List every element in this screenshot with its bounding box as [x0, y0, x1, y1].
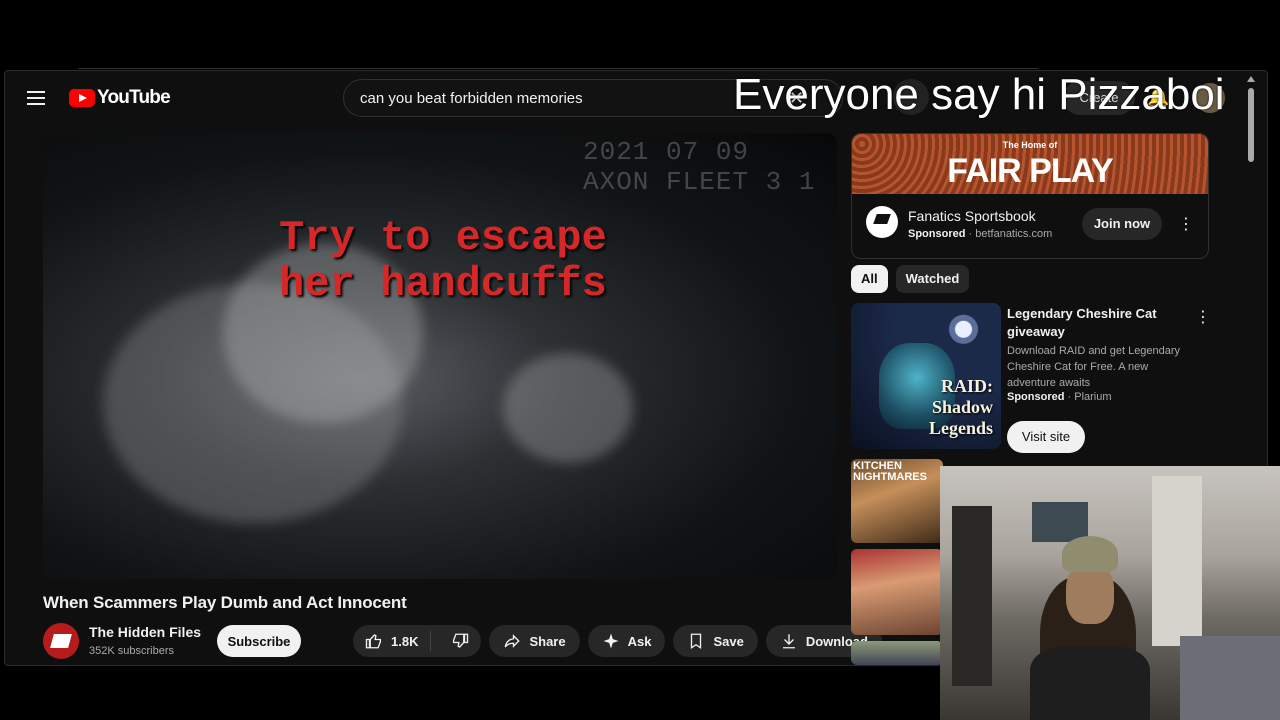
- save-label: Save: [713, 633, 744, 649]
- channel-avatar[interactable]: [43, 623, 79, 659]
- streamer-hat: [1062, 536, 1118, 572]
- more-options-icon[interactable]: ⋮: [1195, 307, 1211, 327]
- rec-ad-title[interactable]: Legendary Cheshire Cat giveaway: [1007, 305, 1187, 341]
- more-options-icon[interactable]: ⋮: [1178, 214, 1194, 234]
- scroll-up-arrow-icon[interactable]: [1247, 76, 1255, 82]
- like-dislike-group: 1.8K: [353, 625, 482, 657]
- visit-site-button[interactable]: Visit site: [1007, 421, 1085, 453]
- stream-overlay-text: Everyone say hi Pizzaboi: [733, 70, 1225, 119]
- share-icon: [505, 634, 521, 648]
- ad-sponsored-label: Sponsored: [908, 228, 966, 240]
- youtube-logo-icon: [69, 89, 95, 107]
- share-button[interactable]: Share: [489, 625, 580, 657]
- menu-icon[interactable]: [27, 91, 45, 105]
- ask-button[interactable]: Ask: [587, 625, 666, 657]
- ask-label: Ask: [627, 633, 652, 649]
- recommended-video-thumbnail[interactable]: [851, 641, 943, 665]
- browser-top-strip: [78, 62, 1038, 69]
- fanatics-logo-icon: [866, 206, 898, 238]
- bookmark-icon: [691, 633, 702, 650]
- sponsored-ad-card[interactable]: The Home of FAIR PLAY Fanatics Sportsboo…: [851, 133, 1209, 259]
- recommended-video-thumbnail[interactable]: [851, 549, 943, 635]
- streamer-face: [1066, 564, 1114, 624]
- youtube-logo[interactable]: YouTube: [69, 87, 171, 109]
- filter-chips: All Watched: [851, 265, 970, 293]
- subscribe-button[interactable]: Subscribe: [217, 625, 301, 657]
- thumbnail-label: KITCHEN NIGHTMARES: [853, 460, 927, 483]
- dislike-button[interactable]: [439, 632, 481, 650]
- channel-name[interactable]: The Hidden Files: [89, 624, 201, 640]
- raid-thumbnail-text: RAID: Shadow Legends: [928, 376, 993, 438]
- like-count: 1.8K: [391, 633, 419, 649]
- ad-banner-headline: FAIR PLAY: [947, 152, 1113, 190]
- download-icon: [782, 634, 795, 649]
- join-now-button[interactable]: Join now: [1082, 208, 1162, 240]
- save-button[interactable]: Save: [673, 625, 758, 657]
- sparkle-icon: [603, 633, 619, 649]
- share-label: Share: [529, 633, 566, 649]
- video-caption: Try to escape her handcuffs: [223, 215, 663, 307]
- chip-all[interactable]: All: [851, 265, 888, 293]
- bodycam-stamp-line-1: 2021 07 09: [583, 137, 750, 167]
- video-actions: 1.8K Share Ask Save Download: [353, 625, 882, 657]
- rec-ad-sponsored: Sponsored: [1007, 391, 1065, 403]
- webcam-shelf: [952, 506, 992, 686]
- video-player[interactable]: 2021 07 09 AXON FLEET 3 1 Try to escape …: [43, 133, 837, 579]
- ad-meta: Sponsored · betfanatics.com: [908, 228, 1053, 240]
- chip-watched[interactable]: Watched: [895, 265, 970, 293]
- ad-domain: betfanatics.com: [975, 228, 1053, 240]
- ad-banner[interactable]: The Home of FAIR PLAY: [852, 134, 1208, 194]
- search-input[interactable]: [358, 89, 782, 108]
- webcam-streamer: [1010, 536, 1160, 720]
- rec-ad-meta: Sponsored · Plarium: [1007, 391, 1112, 403]
- rec-ad-description: Download RAID and get Legendary Cheshire…: [1007, 345, 1181, 389]
- thumbs-down-icon: [453, 633, 469, 648]
- webcam-overlay: [940, 466, 1280, 720]
- recommended-video-thumbnail[interactable]: KITCHEN NIGHTMARES: [851, 459, 943, 543]
- caption-line-2: her handcuffs: [279, 260, 607, 308]
- thumbs-up-icon: [365, 634, 382, 649]
- caption-line-1: Try to escape: [279, 214, 607, 262]
- ad-title[interactable]: Fanatics Sportsbook: [908, 208, 1036, 224]
- ad-banner-tagline: The Home of: [1002, 140, 1058, 150]
- webcam-couch: [1180, 636, 1280, 720]
- like-button[interactable]: 1.8K: [353, 631, 432, 651]
- scrollbar-thumb[interactable]: [1248, 88, 1254, 162]
- raid-ad-thumbnail[interactable]: RAID: Shadow Legends: [851, 303, 1001, 449]
- streamer-body: [1030, 646, 1150, 720]
- channel-subscriber-count: 352K subscribers: [89, 645, 174, 657]
- youtube-logo-text: YouTube: [97, 87, 171, 108]
- bodycam-stamp-line-2: AXON FLEET 3 1: [583, 167, 816, 197]
- recommended-ad[interactable]: RAID: Shadow Legends Legendary Cheshire …: [851, 303, 1211, 453]
- video-hand: [503, 353, 633, 463]
- rec-ad-advertiser: Plarium: [1074, 391, 1112, 403]
- video-title: When Scammers Play Dumb and Act Innocent: [43, 593, 407, 612]
- bodycam-timestamp: 2021 07 09 AXON FLEET 3 1: [583, 137, 815, 197]
